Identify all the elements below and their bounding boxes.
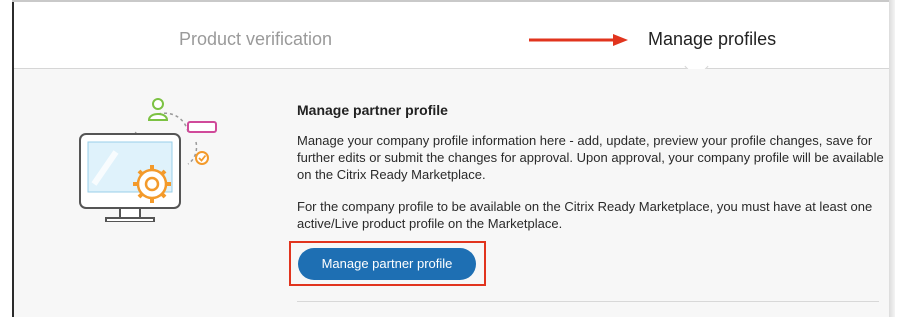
step-tab-bar: Product verification Manage profiles: [14, 2, 889, 69]
monitor-gear-icon: [79, 98, 217, 222]
section-divider: [297, 301, 879, 302]
tab-manage-profiles[interactable]: Manage profiles: [648, 29, 776, 50]
frame-shadow-right: [889, 0, 895, 317]
section-requirement-note: For the company profile to be available …: [297, 199, 873, 231]
tab-product-verification[interactable]: Product verification: [179, 29, 332, 50]
manage-partner-profile-panel: Manage partner profile Manage your compa…: [14, 69, 889, 317]
manage-partner-profile-button[interactable]: Manage partner profile: [298, 248, 476, 280]
browser-frame: Product verification Manage profiles Man…: [0, 0, 895, 317]
red-arrow-annotation: [529, 34, 628, 46]
section-heading: Manage partner profile: [297, 102, 448, 118]
section-description: Manage your company profile information …: [297, 133, 884, 182]
